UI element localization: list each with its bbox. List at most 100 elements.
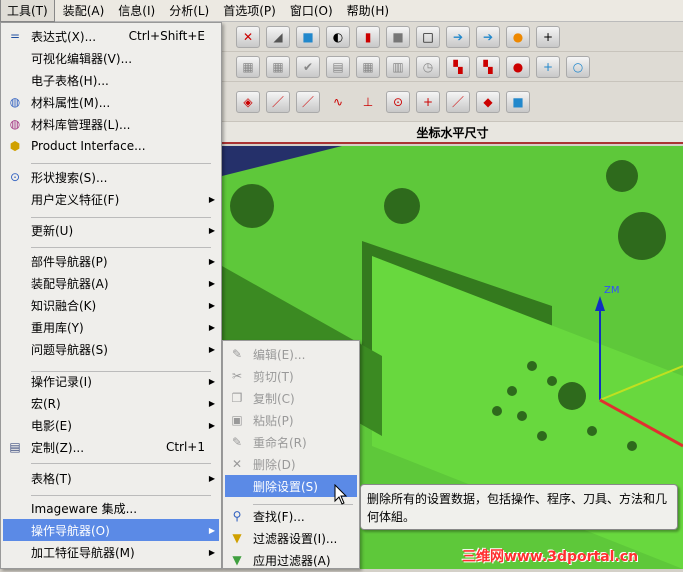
menu-item[interactable]: 表格(T) ▶ [3,467,219,489]
toolbar-button[interactable]: ▮ [356,25,380,48]
menu-item[interactable]: 更新(U) ▶ [3,219,219,241]
toolbar-button[interactable]: + [536,55,560,78]
menu-separator [31,371,211,372]
toolbar-button[interactable]: □ [416,25,440,48]
menu-item-label: 加工特征导航器(M) [31,545,135,560]
menu-4[interactable]: 首选项(P) [217,0,282,21]
toolbar-button[interactable]: ◷ [416,55,440,78]
toolbar-button[interactable]: ▦ [356,55,380,78]
toolbar-button[interactable]: ● [506,25,530,48]
toolbar-button[interactable]: ▥ [386,55,410,78]
menu-item[interactable]: ◍ 材料属性(M)... [3,91,219,113]
menu-item[interactable]: 宏(R) ▶ [3,392,219,414]
menu-item[interactable]: 电子表格(H)... [3,69,219,91]
toolbar-button[interactable]: ／ [446,90,470,113]
toolbar-button[interactable]: ■ [506,90,530,113]
menu-3[interactable]: 分析(L) [163,0,215,21]
delete-icon: ✕ [231,457,243,471]
menu-item[interactable]: 电影(E) ▶ [3,414,219,436]
menu-item-label: 表达式(X)... [31,29,97,44]
menu-separator [31,217,211,218]
toolbar-button[interactable]: ● [506,55,530,78]
menu-item-label: 材料属性(M)... [31,95,111,110]
menu-1[interactable]: 装配(A) [57,0,111,21]
menu-item[interactable]: Imageware 集成... [3,497,219,519]
toolbar-row-1: ✕ ◢ ■ ◐ ▮ ■ □ ➔ ➔ ● + [222,22,683,52]
toolbar-button[interactable]: ■ [386,25,410,48]
toolbar-button[interactable]: ／ [296,90,320,113]
product-interface-icon: ⬢ [9,139,21,153]
rename-icon: ✎ [231,435,243,449]
menu-item[interactable]: 部件导航器(P) ▶ [3,250,219,272]
menu-item[interactable]: ▼ 过滤器设置(I)... [225,527,357,549]
menu-item-label: 操作记录(I) [31,374,92,389]
menu-item[interactable]: = 表达式(X)... Ctrl+Shift+E [3,25,219,47]
menu-0[interactable]: 工具(T) [0,0,55,22]
toolbar-button[interactable]: ✕ [236,25,260,48]
toolbar-button[interactable]: ∿ [326,91,350,113]
toolbar-button[interactable]: ◆ [476,90,500,113]
menu-item[interactable]: ▣ 粘贴(P) [225,409,357,431]
toolbar-button[interactable]: ➔ [446,25,470,48]
menu-item[interactable]: 重用库(Y) ▶ [3,316,219,338]
menu-item[interactable]: ❐ 复制(C) [225,387,357,409]
toolbar-button[interactable]: ◐ [326,25,350,48]
menu-item-label: 应用过滤器(A) [253,553,331,568]
menu-item[interactable]: 操作记录(I) ▶ [3,370,219,392]
menu-item[interactable]: ✎ 编辑(E)... [225,343,357,365]
toolbar-button[interactable]: ▚ [476,55,500,78]
menu-5[interactable]: 窗口(O) [284,0,339,21]
toolbar-button[interactable]: ⊥ [356,91,380,113]
menu-item[interactable]: ▼ 应用过滤器(A) [225,549,357,571]
submenu-arrow-icon: ▶ [208,256,215,266]
toolbar-button[interactable]: ✔ [296,55,320,78]
menu-item[interactable]: ⚲ 查找(F)... [225,505,357,527]
menu-item[interactable]: ✕ 删除(D) [225,453,357,475]
menu-item[interactable]: 操作导航器(O) ▶ [3,519,219,541]
menu-item[interactable]: ✎ 重命名(R) [225,431,357,453]
submenu-arrow-icon: ▶ [208,473,215,483]
menu-item-label: 材料库管理器(L)... [31,117,131,132]
menu-item-label: 剪切(T) [253,369,294,384]
toolbar-button[interactable]: ➔ [476,25,500,48]
menu-item[interactable]: ⊙ 形状搜索(S)... [3,166,219,188]
toolbar-button[interactable]: ▦ [266,55,290,78]
menu-item[interactable]: 用户定义特征(F) ▶ [3,188,219,210]
menu-item[interactable]: ✂ 剪切(T) [225,365,357,387]
menu-item-label: 表格(T) [31,471,72,486]
cut-icon: ✂ [231,369,243,383]
menu-bar: 工具(T) 装配(A) 信息(I) 分析(L) 首选项(P) 窗口(O) 帮助(H) [0,0,683,22]
submenu-arrow-icon: ▶ [208,278,215,288]
menu-item[interactable]: ⬢ Product Interface... [3,135,219,157]
menu-item-label: 复制(C) [253,391,295,406]
toolbar-button[interactable]: ○ [566,55,590,78]
tools-menu: = 表达式(X)... Ctrl+Shift+E 可视化编辑器(V)... 电子表格(H… [0,22,222,569]
toolbar-button[interactable]: ■ [296,25,320,48]
find-icon: ⚲ [232,509,242,523]
menu-separator [31,163,211,164]
menu-item-label: 重用库(Y) [31,320,84,335]
toolbar-button[interactable]: ◢ [266,25,290,48]
toolbar-button[interactable]: ▦ [236,55,260,78]
menu-item[interactable]: 知识融合(K) ▶ [3,294,219,316]
material-properties-icon: ◍ [9,95,21,109]
menu-item-label: 粘贴(P) [253,413,294,428]
menu-item[interactable]: 加工特征导航器(M) ▶ [3,541,219,563]
toolbar-button[interactable]: ◈ [236,90,260,113]
toolbar-button[interactable]: ⊙ [386,90,410,113]
menu-item[interactable]: 可视化编辑器(V)... [3,47,219,69]
menu-item[interactable]: 问题导航器(S) ▶ [3,338,219,360]
menu-2[interactable]: 信息(I) [112,0,161,21]
menu-item[interactable]: ▤ 定制(Z)... Ctrl+1 [3,436,219,458]
menu-item[interactable]: 装配导航器(A) ▶ [3,272,219,294]
toolbar-button[interactable]: ／ [266,90,290,113]
menu-item[interactable]: ◍ 材料库管理器(L)... [3,113,219,135]
toolbar-button[interactable]: + [416,90,440,113]
toolbar-button[interactable]: ▚ [446,55,470,78]
toolbar-button[interactable]: ▤ [326,55,350,78]
submenu-arrow-icon: ▶ [208,300,215,310]
menu-item-label: 问题导航器(S) [31,342,108,357]
toolbar-button[interactable]: + [536,25,560,48]
menu-item-label: 部件导航器(P) [31,254,108,269]
menu-6[interactable]: 帮助(H) [341,0,395,21]
